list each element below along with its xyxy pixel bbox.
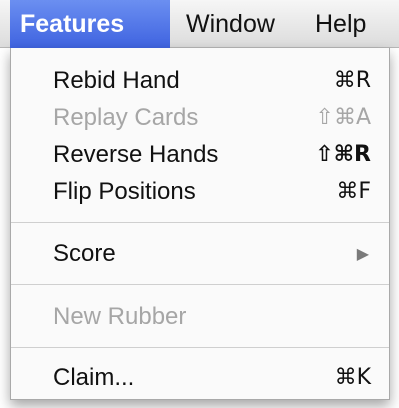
menu-item-shortcut: ⇧⌘R <box>315 142 371 167</box>
menu-separator <box>11 284 389 285</box>
menu-item-shortcut: ⌘R <box>333 68 371 93</box>
menu-item-claim[interactable]: Claim... ⌘K <box>11 359 389 397</box>
menu-item-label: Flip Positions <box>53 178 196 205</box>
menu-item-label: Replay Cards <box>53 104 199 131</box>
menu-item-new-rubber: New Rubber <box>11 298 389 336</box>
menu-separator <box>11 222 389 223</box>
menu-item-shortcut: ⇧⌘A <box>315 105 371 130</box>
menu-item-label: Reverse Hands <box>53 141 219 168</box>
menu-item-label: Score <box>53 240 116 267</box>
menu-bar: Features Window Help <box>0 0 399 48</box>
menu-window[interactable]: Window <box>186 0 275 48</box>
menu-item-label: New Rubber <box>53 303 187 330</box>
features-dropdown-menu: Rebid Hand ⌘R Replay Cards ⇧⌘A Reverse H… <box>10 48 390 400</box>
menu-item-rebid-hand[interactable]: Rebid Hand ⌘R <box>11 62 389 100</box>
triangle-right-icon: ▶ <box>356 244 369 263</box>
menu-item-shortcut: ⌘F <box>336 179 371 204</box>
menu-features[interactable]: Features <box>10 0 170 48</box>
menu-item-shortcut: ⌘K <box>334 365 371 390</box>
menu-item-reverse-hands[interactable]: Reverse Hands ⇧⌘R <box>11 136 389 174</box>
menu-item-label: Rebid Hand <box>53 67 180 94</box>
menu-item-flip-positions[interactable]: Flip Positions ⌘F <box>11 173 389 211</box>
menu-item-label: Claim... <box>53 364 135 391</box>
menu-item-score[interactable]: Score ▶ <box>11 235 389 273</box>
menu-separator <box>11 347 389 348</box>
menu-help[interactable]: Help <box>315 0 366 48</box>
menu-item-replay-cards: Replay Cards ⇧⌘A <box>11 99 389 137</box>
